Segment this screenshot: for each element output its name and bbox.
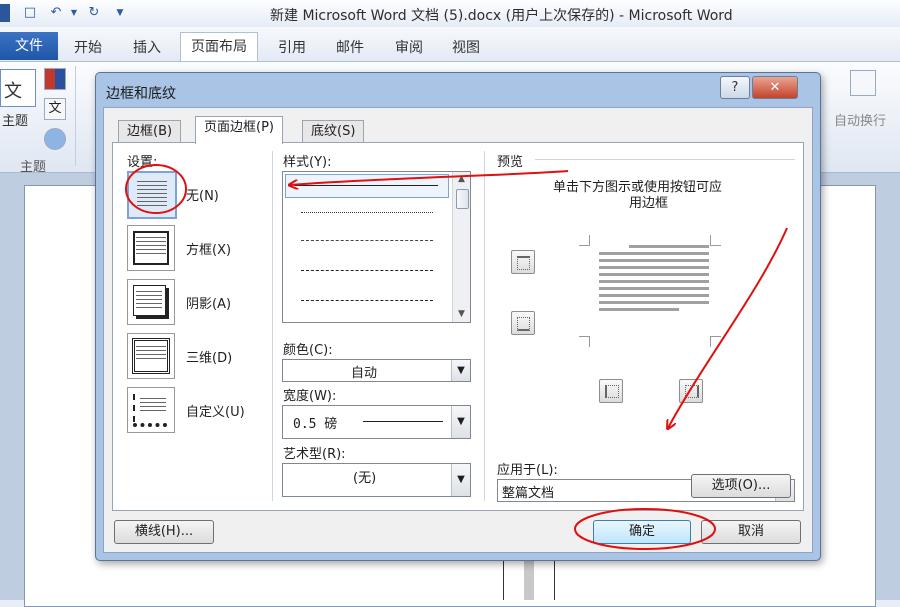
annotation-circle-ok [574,508,716,550]
annotation-overlay [125,164,788,550]
annotation-arrow-apply [668,227,788,428]
annotation-circle-none [125,164,187,214]
annotation-arrow-style [290,170,569,185]
tab-page-border[interactable]: 页面边框(P) [195,116,283,144]
